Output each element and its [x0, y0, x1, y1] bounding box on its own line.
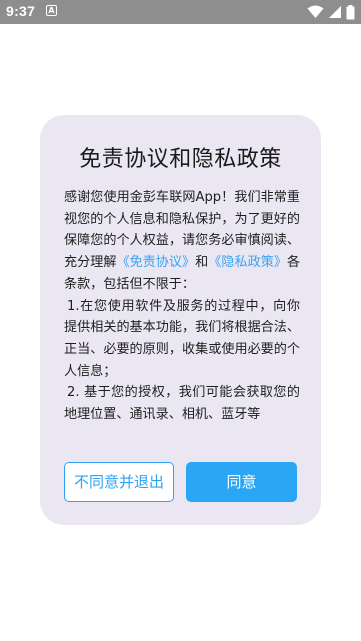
clause-2: 2. 基于您的授权，我们可能会获取您的地理位置、通讯录、相机、蓝牙等 — [64, 385, 300, 423]
wifi-icon — [307, 5, 324, 18]
agree-button[interactable]: 同意 — [186, 462, 297, 502]
privacy-dialog: 免责协议和隐私政策 感谢您使用金彭车联网App！我们非常重视您的个人信息和隐私保… — [40, 115, 321, 525]
status-bar: 9:37 A — [0, 0, 361, 24]
decline-exit-button[interactable]: 不同意并退出 — [64, 462, 174, 502]
and-text: 和 — [195, 255, 209, 271]
status-time: 9:37 — [6, 3, 36, 19]
dialog-title: 免责协议和隐私政策 — [79, 147, 282, 172]
dialog-body-scroll[interactable]: 感谢您使用金彭车联网App！我们非常重视您的个人信息和隐私保护，为了更好的保障您… — [64, 187, 300, 437]
status-icons — [307, 4, 355, 20]
signal-icon — [329, 6, 341, 18]
notification-a-icon: A — [46, 5, 57, 16]
battery-icon — [346, 4, 355, 19]
clause-1: 1.在您使用软件及服务的过程中，向你提供相关的基本功能，我们将根据合法、正当、必… — [64, 298, 300, 379]
privacy-policy-link[interactable]: 《隐私政策》 — [208, 255, 287, 270]
disclaimer-link[interactable]: 《免责协议》 — [116, 255, 195, 270]
intro-paragraph: 感谢您使用金彭车联网App！我们非常重视您的个人信息和隐私保护，为了更好的保障您… — [64, 187, 300, 296]
